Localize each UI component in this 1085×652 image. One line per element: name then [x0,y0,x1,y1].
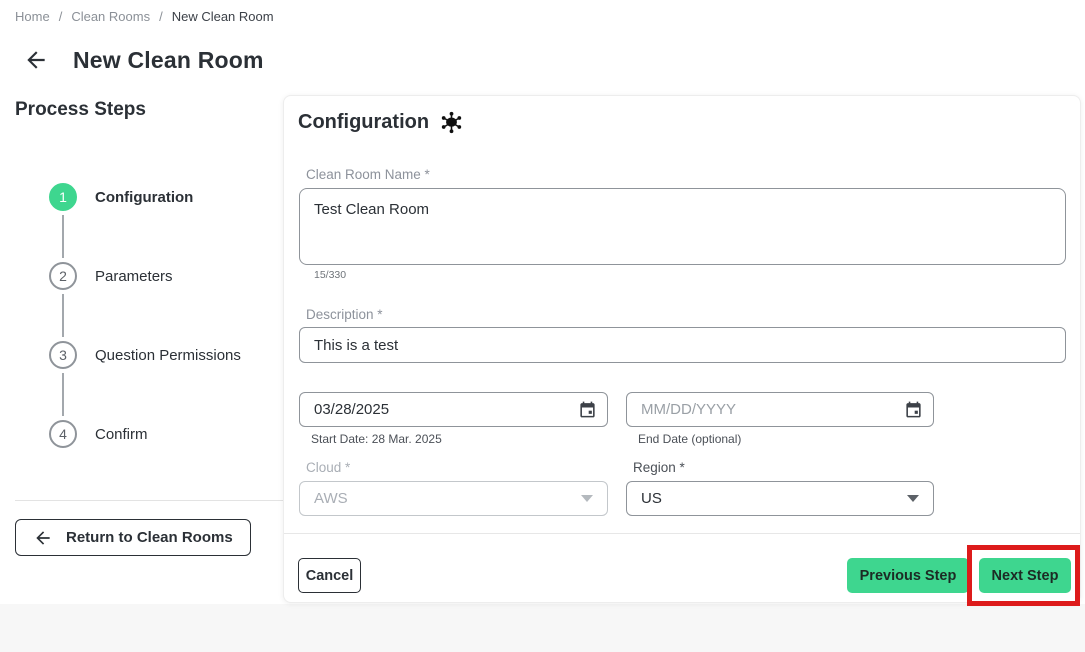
character-counter: 15/330 [314,269,346,281]
region-select[interactable]: US [626,481,934,516]
step-connector-line [62,215,64,258]
hub-icon [439,110,464,135]
step-connector-line [62,373,64,416]
region-label: Region * [633,460,685,475]
step-question-permissions[interactable]: 3 Question Permissions [49,341,281,369]
breadcrumb-clean-rooms[interactable]: Clean Rooms [71,9,150,24]
configuration-card: Configuration Clean [283,95,1081,603]
end-date-field [626,392,934,427]
breadcrumb-separator: / [159,9,163,24]
cancel-button[interactable]: Cancel [298,558,361,593]
step-number-badge: 3 [49,341,77,369]
cloud-select: AWS [299,481,608,516]
card-title: Configuration [298,111,429,134]
start-date-input[interactable] [300,401,578,418]
step-parameters[interactable]: 2 Parameters [49,262,281,290]
step-configuration[interactable]: 1 Configuration [49,183,281,211]
next-step-button[interactable]: Next Step [979,558,1071,593]
step-label: Question Permissions [95,347,241,364]
card-header: Configuration [298,110,464,135]
start-date-field [299,392,608,427]
calendar-icon[interactable] [578,400,597,419]
step-label: Configuration [95,189,193,206]
page-background-strip [0,604,1085,652]
end-date-helper: End Date (optional) [638,432,741,446]
breadcrumb-separator: / [59,9,63,24]
description-input[interactable] [299,327,1066,363]
step-connector-line [62,294,64,337]
clean-room-name-input[interactable]: Test Clean Room [299,188,1066,265]
step-label: Confirm [95,426,148,443]
cloud-label: Cloud * [306,460,350,475]
step-number-badge: 4 [49,420,77,448]
new-clean-room-page: { "breadcrumb": { "items": ["Home", "Cle… [0,0,1085,652]
clean-room-name-label: Clean Room Name * [306,167,430,182]
step-number-badge: 1 [49,183,77,211]
chevron-down-icon [907,495,919,502]
step-label: Parameters [95,268,173,285]
process-stepper: 1 Configuration 2 Parameters 3 Question … [49,183,281,448]
return-button-label: Return to Clean Rooms [66,529,233,546]
card-footer-divider [284,533,1080,534]
breadcrumb-current: New Clean Room [172,9,274,24]
step-number-badge: 2 [49,262,77,290]
chevron-down-icon [581,495,593,502]
back-arrow-icon[interactable] [22,46,50,74]
breadcrumb: Home / Clean Rooms / New Clean Room [15,9,274,24]
end-date-input[interactable] [627,401,904,418]
cloud-value: AWS [314,490,348,507]
previous-step-button[interactable]: Previous Step [847,558,969,593]
arrow-left-icon [33,528,53,548]
page-title: New Clean Room [73,47,264,74]
calendar-icon[interactable] [904,400,923,419]
step-confirm[interactable]: 4 Confirm [49,420,281,448]
return-to-clean-rooms-button[interactable]: Return to Clean Rooms [15,519,251,556]
page-header: New Clean Room [22,46,264,74]
start-date-helper: Start Date: 28 Mar. 2025 [311,432,442,446]
sidebar-divider [15,500,283,501]
process-steps-title: Process Steps [15,99,146,121]
description-label: Description * [306,307,383,322]
breadcrumb-home[interactable]: Home [15,9,50,24]
region-value: US [641,490,662,507]
